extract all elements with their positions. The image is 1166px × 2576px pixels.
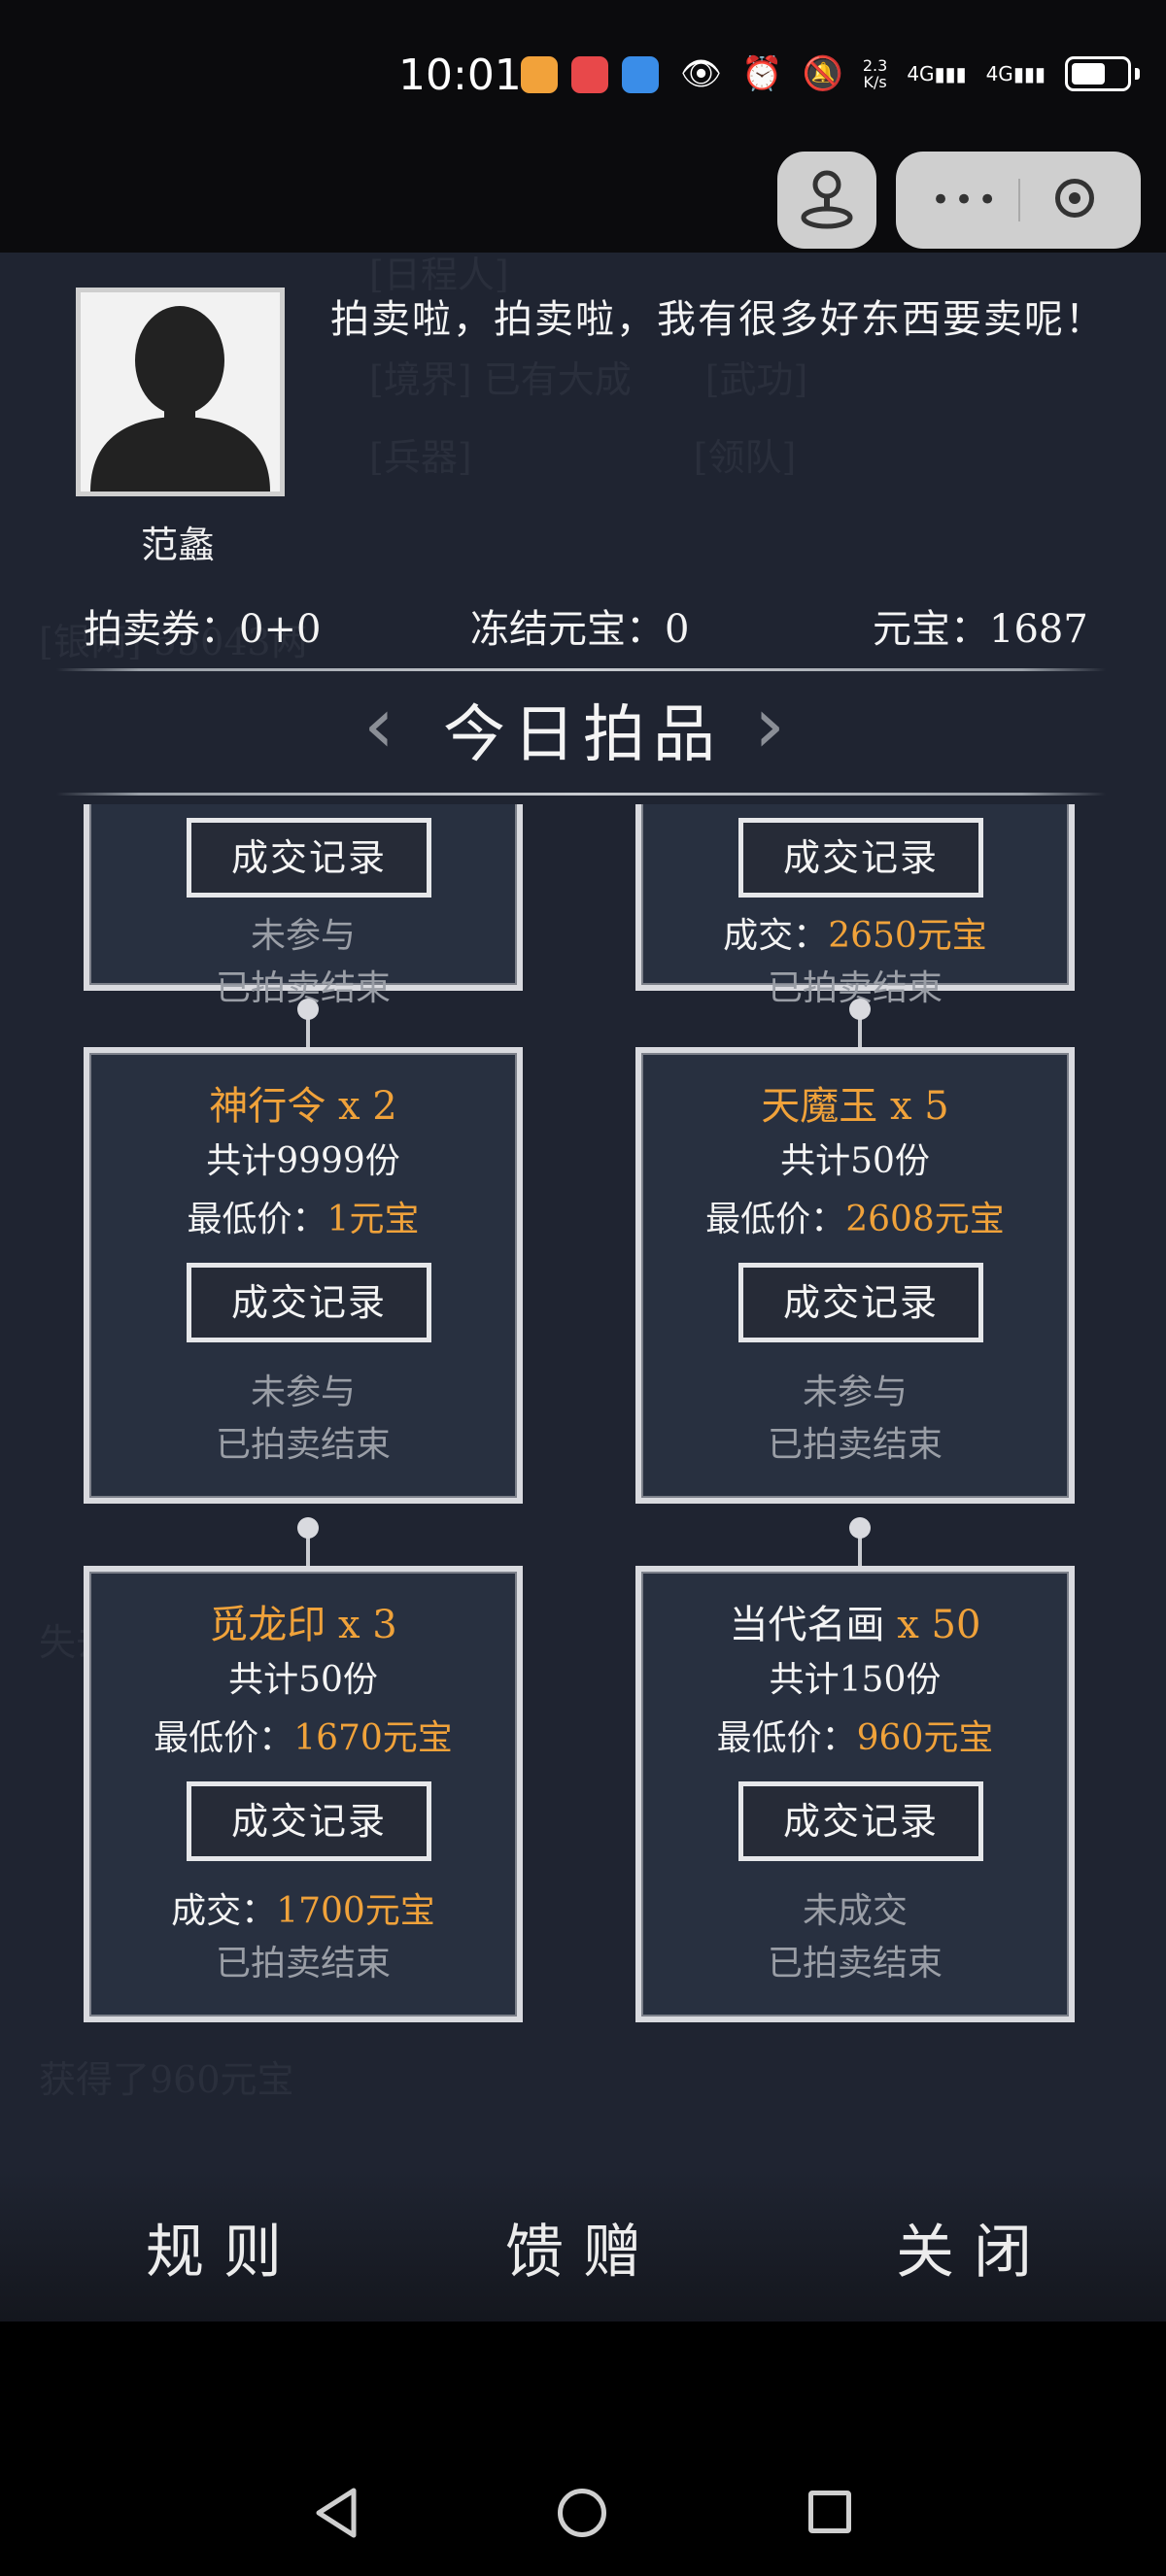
signal-icon: 4G▮▮▮: [985, 62, 1046, 85]
item-min-price: 最低价：2608元宝: [705, 1200, 1005, 1239]
item-name: 神行令 x 2: [209, 1084, 397, 1129]
record-button[interactable]: 成交记录: [187, 1781, 431, 1861]
silhouette-icon: [90, 306, 270, 491]
navigation-bar: [0, 2322, 1166, 2576]
yuanbao-balance: 元宝：1687: [873, 607, 1088, 652]
net-speed: 2.3 K/s: [862, 56, 888, 91]
card-status: 未参与: [250, 1373, 356, 1412]
battery-icon: [1064, 56, 1131, 91]
record-button[interactable]: 成交记录: [738, 1781, 983, 1861]
card-status: 未参与: [802, 1373, 908, 1412]
auction-card: 天魔玉 x 5 共计50份 最低价：2608元宝 成交记录 未参与 已拍卖结束: [635, 1047, 1075, 1504]
capsule-menu[interactable]: •••: [896, 152, 1141, 249]
card-status-end: 已拍卖结束: [767, 1425, 943, 1465]
signal-icon: 4G▮▮▮: [907, 62, 967, 85]
app-notification-icon: [622, 56, 659, 93]
eye-icon: 👁: [680, 54, 723, 93]
record-button[interactable]: 成交记录: [187, 1263, 431, 1342]
item-min-price: 最低价：1670元宝: [154, 1718, 453, 1758]
card-status: 未成交: [802, 1891, 908, 1931]
section-title: 今日拍品: [443, 699, 723, 771]
npc-dialog: 拍卖啦，拍卖啦，我有很多好东西要卖呢！: [330, 297, 1106, 342]
record-button[interactable]: 成交记录: [187, 818, 431, 898]
background-text: [境界] 已有大成 [武功]: [369, 358, 808, 401]
item-total: 共计50份: [780, 1141, 930, 1181]
divider: [56, 793, 1106, 796]
mute-icon: 🔕: [802, 54, 843, 93]
joystick-icon: [801, 170, 853, 229]
card-status: 未参与: [250, 916, 356, 956]
auction-ticket-count: 拍卖券：0+0: [84, 607, 322, 652]
item-name: 天魔玉 x 5: [761, 1084, 949, 1129]
item-name: 当代名画 x 50: [729, 1603, 981, 1647]
item-min-price: 最低价：960元宝: [716, 1718, 994, 1758]
capsule-divider: [1018, 179, 1020, 221]
next-arrow-icon[interactable]: ›: [754, 687, 785, 764]
npc-name: 范蠡: [141, 524, 216, 566]
card-status-end: 已拍卖结束: [215, 1944, 391, 1983]
more-icon[interactable]: •••: [931, 181, 1001, 220]
record-button[interactable]: 成交记录: [738, 818, 983, 898]
auction-item-list[interactable]: 成交记录 未参与 已拍卖结束 成交记录 成交：2650元宝 已拍卖结束 神行令 …: [0, 804, 1166, 2322]
rules-button[interactable]: 规则: [146, 2205, 301, 2289]
card-deal: 成交：1700元宝: [171, 1891, 435, 1931]
app-notification-icon: [521, 56, 558, 93]
auction-card: 成交记录 成交：2650元宝 已拍卖结束: [635, 804, 1075, 1008]
background-text: [兵器] [领队]: [369, 436, 797, 479]
card-connector: [297, 1517, 319, 1566]
npc-avatar: [76, 288, 285, 496]
card-status-end: 已拍卖结束: [215, 1425, 391, 1465]
joystick-button[interactable]: [777, 152, 876, 249]
battery-tip: [1134, 68, 1140, 80]
recent-apps-icon[interactable]: [808, 2491, 851, 2533]
alarm-icon: ⏰: [741, 54, 783, 93]
home-icon[interactable]: [558, 2489, 606, 2537]
notification-icons: [521, 56, 659, 93]
item-total: 共计9999份: [206, 1141, 400, 1181]
gift-button[interactable]: 馈赠: [505, 2205, 661, 2289]
auction-card: 觅龙印 x 3 共计50份 最低价：1670元宝 成交记录 成交：1700元宝 …: [84, 1566, 523, 2022]
card-deal: 成交：2650元宝: [723, 916, 987, 956]
item-min-price: 最低价：1元宝: [187, 1200, 420, 1239]
card-status-end: 已拍卖结束: [767, 1944, 943, 1983]
close-button[interactable]: 关闭: [896, 2205, 1051, 2289]
item-name: 觅龙印 x 3: [209, 1603, 397, 1647]
system-icons: 👁 ⏰ 🔕 2.3 K/s 4G▮▮▮ 4G▮▮▮: [680, 54, 1140, 93]
card-connector: [297, 999, 319, 1047]
frozen-yuanbao: 冻结元宝：0: [470, 607, 690, 652]
item-total: 共计150份: [769, 1660, 942, 1700]
item-total: 共计50份: [228, 1660, 378, 1700]
close-miniprogram-icon[interactable]: [1055, 179, 1094, 218]
auction-card: 当代名画 x 50 共计150份 最低价：960元宝 成交记录 未成交 已拍卖结…: [635, 1566, 1075, 2022]
auction-panel: [日程人] [境界] 已有大成 [武功] [兵器] [领队] [银两] 5504…: [0, 253, 1166, 2322]
app-notification-icon: [571, 56, 608, 93]
divider: [56, 668, 1106, 671]
card-connector: [849, 1517, 871, 1566]
status-time: 10:01: [398, 51, 522, 100]
record-button[interactable]: 成交记录: [738, 1263, 983, 1342]
status-bar: 10:01 👁 ⏰ 🔕 2.3 K/s 4G▮▮▮ 4G▮▮▮: [0, 0, 1166, 146]
auction-card: 成交记录 未参与 已拍卖结束: [84, 804, 523, 1008]
card-connector: [849, 999, 871, 1047]
auction-card: 神行令 x 2 共计9999份 最低价：1元宝 成交记录 未参与 已拍卖结束: [84, 1047, 523, 1504]
back-icon[interactable]: [311, 2487, 361, 2539]
